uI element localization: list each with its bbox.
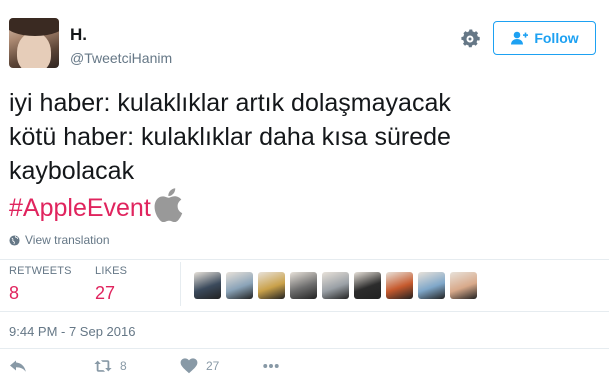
retweet-icon [94,360,112,372]
liker-avatar[interactable] [258,272,285,299]
tweet-line: kötü haber: kulaklıklar daha kısa sürede [9,123,451,151]
tweet-line: kaybolacak [9,157,135,185]
retweets-count: 8 [9,283,20,303]
divider [0,259,609,260]
reply-icon [10,360,26,372]
liker-avatar[interactable] [194,272,221,299]
more-button[interactable] [262,358,280,374]
more-icon [263,364,279,368]
view-translation-link[interactable]: View translation [9,233,110,247]
follow-button[interactable]: Follow [493,21,596,55]
liker-avatar[interactable] [386,272,413,299]
heart-icon [180,358,198,374]
likers-list [194,272,477,299]
tweet-text: iyi haber: kulaklıklar artık dolaşmayaca… [9,86,589,225]
liker-avatar[interactable] [354,272,381,299]
liker-avatar[interactable] [226,272,253,299]
retweets-stat[interactable]: RETWEETS 8 [9,265,72,304]
add-user-icon [511,31,529,45]
tweet-actions: 8 27 [0,358,609,378]
translation-label: View translation [25,233,110,247]
likes-label: LIKES [95,265,128,277]
user-handle[interactable]: @TweetciHanim [70,50,172,66]
liker-avatar[interactable] [290,272,317,299]
divider [0,348,609,349]
reply-button[interactable] [9,358,27,374]
display-name[interactable]: H. [70,25,87,45]
divider [0,311,609,312]
gear-icon[interactable] [458,27,482,51]
like-button[interactable]: 27 [180,358,219,374]
liker-avatar[interactable] [418,272,445,299]
retweets-label: RETWEETS [9,265,72,277]
likes-count: 27 [95,283,116,303]
apple-logo-icon [154,188,182,222]
stats-separator [180,262,181,306]
liker-avatar[interactable] [450,272,477,299]
retweet-count: 8 [120,359,127,373]
tweet-timestamp[interactable]: 9:44 PM - 7 Sep 2016 [9,324,135,339]
globe-icon [9,234,20,246]
tweet-line: iyi haber: kulaklıklar artık dolaşmayaca… [9,89,451,117]
hashtag-link[interactable]: #AppleEvent [9,194,151,222]
like-count: 27 [206,359,220,373]
liker-avatar[interactable] [322,272,349,299]
retweet-button[interactable]: 8 [94,358,127,374]
likes-stat[interactable]: LIKES 27 [95,265,127,304]
avatar[interactable] [9,18,59,68]
follow-label: Follow [534,30,579,46]
